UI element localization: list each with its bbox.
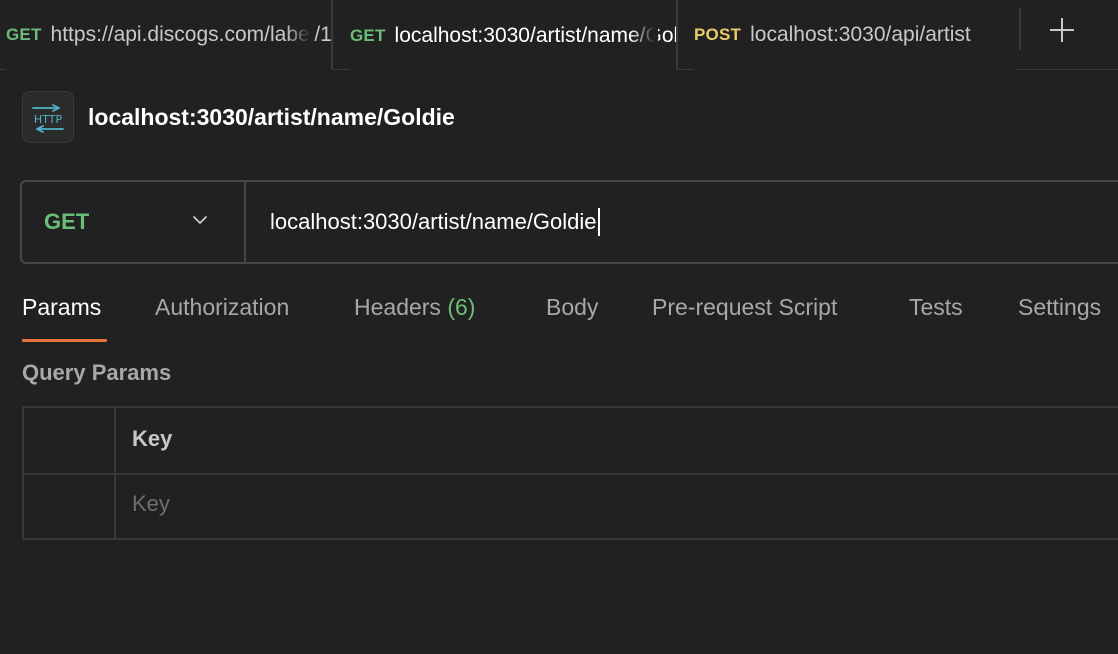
active-tab-underline [22,339,107,342]
tab-settings[interactable]: Settings [1018,294,1101,321]
tab-fade [974,0,1002,70]
text-caret [597,208,600,236]
tab-method-label: GET [350,25,386,45]
http-request-icon: HTTP [22,91,74,143]
tab-fade [630,0,658,70]
query-params-heading: Query Params [22,360,172,385]
tab-method-label: POST [694,25,742,44]
key-input[interactable]: Key [132,491,170,517]
tab-headers[interactable]: Headers (6) [354,294,475,321]
url-input[interactable]: localhost:3030/artist/name/Goldie [270,182,600,262]
request-tab-bar: GET https://api.discogs.com/label/1/rele… [0,0,1118,71]
method-select[interactable]: GET [22,182,246,262]
method-select-value: GET [44,209,90,234]
tab-body[interactable]: Body [546,294,598,321]
chevron-down-icon [193,216,207,224]
tab-url-label: localhost:3030/api/artist [750,23,971,46]
tab-divider [1019,8,1021,50]
tab-fade [286,0,314,70]
query-params-table: Key Key [22,406,1118,540]
table-row-divider [24,473,1118,475]
request-tab-discogs[interactable]: GET https://api.discogs.com/label/1/rele… [6,0,332,70]
url-bar-divider [244,182,246,262]
tab-params[interactable]: Params [22,294,101,321]
tab-method-label: GET [6,25,42,44]
tab-pre-request-script[interactable]: Pre-request Script [652,294,837,321]
request-title[interactable]: localhost:3030/artist/name/Goldie [88,104,455,131]
request-tab-post-artist[interactable]: POST localhost:3030/api/artist [694,0,1016,70]
table-header-key: Key [132,426,173,451]
url-bar: GET localhost:3030/artist/name/Goldie [20,180,1118,264]
http-icon-label: HTTP [34,113,63,126]
tab-divider [331,0,333,70]
headers-count-badge: (6) [447,294,476,320]
http-icon: HTTP [32,104,64,133]
tab-authorization[interactable]: Authorization [155,294,289,321]
url-input-value: localhost:3030/artist/name/Goldie [270,209,597,234]
tab-headers-label: Headers [354,294,441,320]
request-tab-goldie[interactable]: GET localhost:3030/artist/name/Goldie [350,0,676,71]
tab-tests[interactable]: Tests [909,294,963,321]
tab-divider [676,0,678,70]
new-tab-plus-icon[interactable] [1046,14,1078,46]
